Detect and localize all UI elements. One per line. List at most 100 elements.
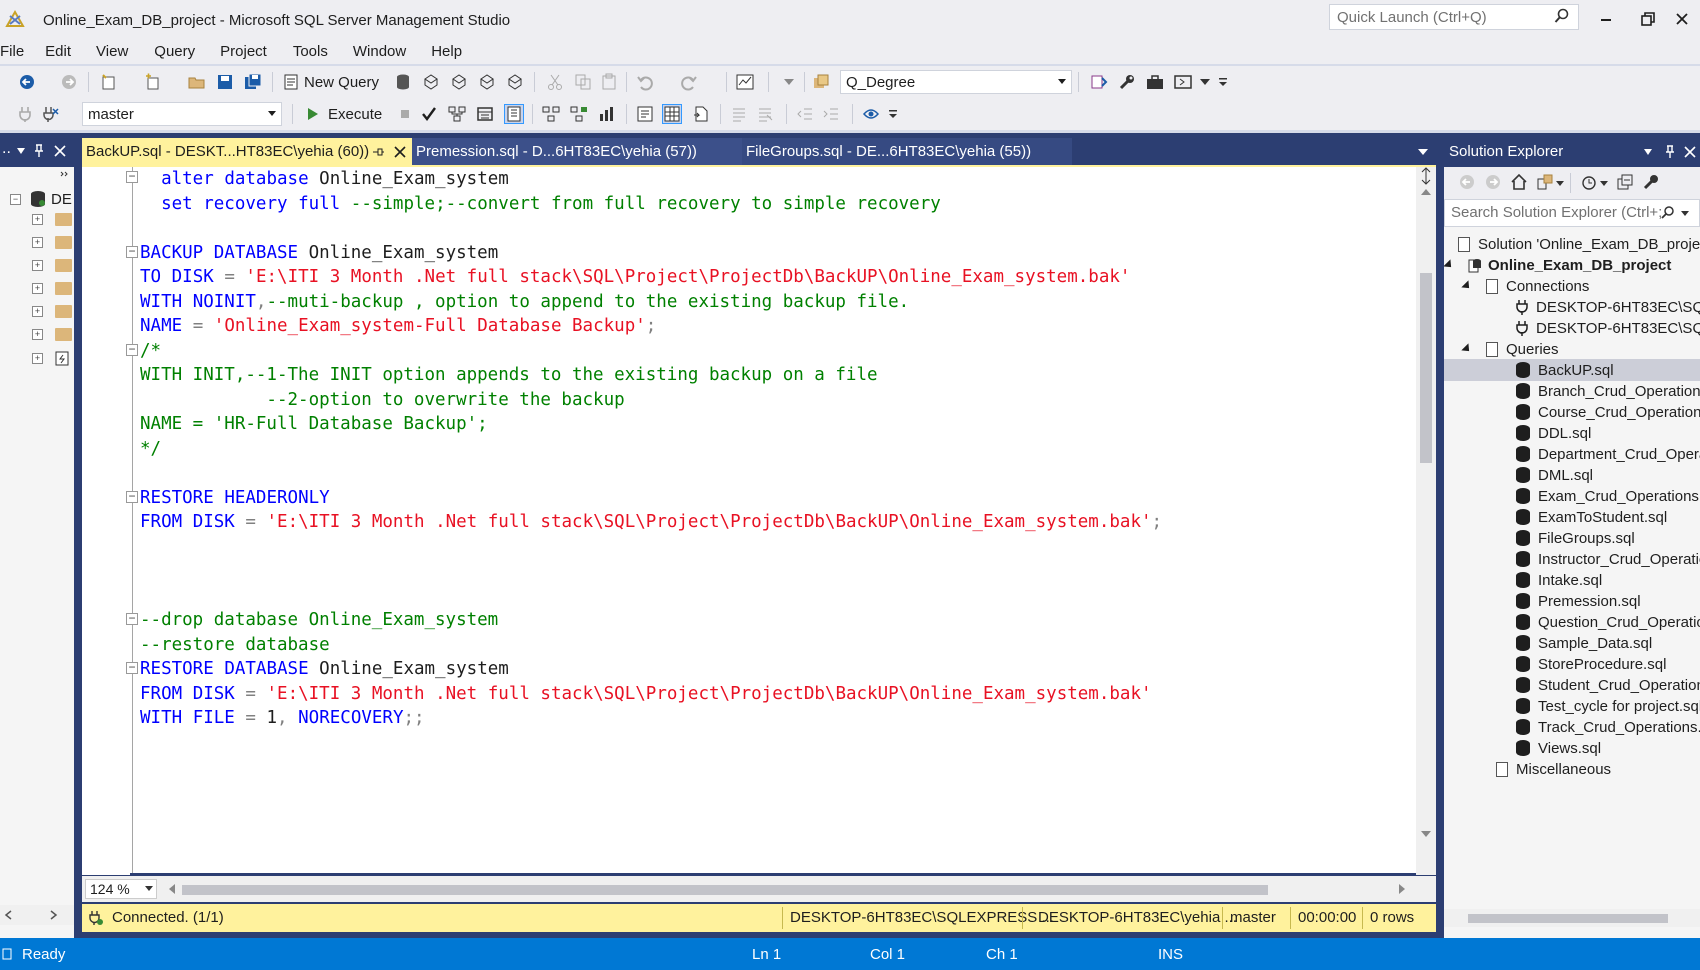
connect-button[interactable] xyxy=(16,104,34,124)
toolbox-button[interactable] xyxy=(1146,72,1164,92)
actual-plan-button[interactable] xyxy=(542,104,560,124)
minimize-button[interactable] xyxy=(1586,6,1626,32)
forward-arrow-icon[interactable] xyxy=(1484,173,1502,191)
redo-button[interactable] xyxy=(680,72,698,92)
menu-edit[interactable]: Edit xyxy=(45,40,71,64)
execute-button[interactable]: Execute xyxy=(304,104,382,124)
back-button[interactable] xyxy=(18,72,36,92)
comment-lines-button[interactable] xyxy=(730,104,748,124)
horizontal-scroll-thumb[interactable] xyxy=(182,885,1268,895)
layout-dropdown[interactable] xyxy=(1200,72,1210,92)
results-to-text-button[interactable] xyxy=(636,104,654,124)
tree-node-replication[interactable]: + xyxy=(32,282,72,295)
dmx-query-button[interactable] xyxy=(450,72,468,92)
editor-vertical-scrollbar[interactable] xyxy=(1416,167,1436,875)
increase-indent-button[interactable] xyxy=(822,104,840,124)
zoom-combo[interactable]: 124 % xyxy=(85,879,157,899)
menu-tools[interactable]: Tools xyxy=(293,40,328,64)
query-file-item[interactable]: Test_cycle for project.sql xyxy=(1444,695,1700,717)
activity-monitor-button[interactable] xyxy=(736,72,754,92)
pending-changes-filter-icon[interactable] xyxy=(1580,173,1598,191)
menu-window[interactable]: Window xyxy=(353,40,406,64)
cut-button[interactable] xyxy=(546,72,564,92)
undo-button[interactable] xyxy=(636,72,654,92)
copy-button[interactable] xyxy=(574,72,592,92)
query-file-item[interactable]: Instructor_Crud_Operations.sql xyxy=(1444,548,1700,570)
menu-file[interactable]: File xyxy=(0,40,24,64)
new-project-button[interactable] xyxy=(100,72,118,92)
scroll-down-icon[interactable] xyxy=(1421,831,1431,837)
query-file-item[interactable]: Intake.sql xyxy=(1444,569,1602,591)
query-file-item[interactable]: Student_Crud_Operations.sql xyxy=(1444,674,1700,696)
restore-button[interactable] xyxy=(1628,6,1668,32)
query-file-item[interactable]: FileGroups.sql xyxy=(1444,527,1635,549)
expand-icon[interactable]: + xyxy=(32,237,43,248)
scroll-right-icon[interactable] xyxy=(1398,884,1406,894)
sql-editor[interactable]: − − − − − − alter database Online_Exam_s… xyxy=(82,165,1436,875)
chevron-down-icon[interactable] xyxy=(1556,181,1564,186)
scroll-thumb[interactable] xyxy=(1420,273,1432,463)
open-file-button[interactable] xyxy=(188,72,206,92)
expand-icon[interactable]: + xyxy=(32,329,43,340)
connection-item[interactable]: DESKTOP-6HT83EC\SQLEXPRESS xyxy=(1444,317,1700,339)
client-statistics-button[interactable] xyxy=(598,104,616,124)
solution-node[interactable]: Solution 'Online_Exam_DB_project' xyxy=(1444,233,1700,255)
expand-caret-icon[interactable] xyxy=(1444,259,1455,271)
query-file-item[interactable]: DDL.sql xyxy=(1444,422,1591,444)
query-file-item[interactable]: StoreProcedure.sql xyxy=(1444,653,1666,675)
window-layout-button[interactable] xyxy=(1174,72,1192,92)
tab-backup-sql[interactable]: BackUP.sql - DESKT...HT83EC\yehia (60)) xyxy=(82,138,412,165)
scroll-thumb[interactable] xyxy=(1468,914,1668,923)
connection-item[interactable]: DESKTOP-6HT83EC\SQLEXPRESS xyxy=(1444,296,1700,318)
menu-project[interactable]: Project xyxy=(220,40,267,64)
configuration-combo[interactable]: Q_Degree xyxy=(840,70,1072,94)
overflow-icon[interactable] xyxy=(60,171,70,177)
parse-button[interactable] xyxy=(420,104,438,124)
query-file-item[interactable]: BackUP.sql xyxy=(1444,359,1700,381)
cancel-query-button[interactable] xyxy=(396,104,414,124)
toolbar-options-button[interactable] xyxy=(1218,72,1228,92)
scroll-up-icon[interactable] xyxy=(1421,189,1431,195)
pin-tab-icon[interactable] xyxy=(372,147,384,157)
fold-toggle[interactable]: − xyxy=(126,170,138,183)
close-window-button[interactable] xyxy=(1664,6,1700,32)
project-node[interactable]: Online_Exam_DB_project xyxy=(1444,254,1671,276)
tree-node-integration[interactable]: + xyxy=(32,328,72,341)
results-to-grid-button[interactable] xyxy=(662,104,682,124)
tab-premession-sql[interactable]: Premession.sql - D...6HT83EC\yehia (57)) xyxy=(412,138,742,165)
results-to-file-button[interactable] xyxy=(692,104,710,124)
code-text[interactable]: alter database Online_Exam_system set re… xyxy=(140,167,1400,731)
dax-query-button[interactable] xyxy=(506,72,524,92)
query-file-item[interactable]: Department_Crud_Operations.sql xyxy=(1444,443,1700,465)
database-engine-query-button[interactable] xyxy=(394,72,412,92)
decrease-indent-button[interactable] xyxy=(796,104,814,124)
intellisense-toggle[interactable] xyxy=(504,104,524,124)
query-file-item[interactable]: Views.sql xyxy=(1444,737,1601,759)
close-icon[interactable] xyxy=(1684,146,1696,158)
quick-launch-input[interactable]: Quick Launch (Ctrl+Q) xyxy=(1329,4,1579,30)
menu-query[interactable]: Query xyxy=(154,40,195,64)
chevron-left-icon[interactable] xyxy=(4,910,12,920)
chevron-down-icon[interactable] xyxy=(1600,181,1608,186)
pin-icon[interactable] xyxy=(1664,145,1676,159)
change-connection-button[interactable] xyxy=(42,104,60,124)
fold-toggle[interactable]: − xyxy=(126,245,138,258)
available-databases-combo[interactable]: master xyxy=(82,102,282,126)
fold-toggle[interactable]: − xyxy=(126,490,138,503)
split-handle-icon[interactable] xyxy=(1419,167,1433,185)
save-button[interactable] xyxy=(216,72,234,92)
fold-toggle[interactable]: − xyxy=(126,612,138,625)
close-icon[interactable] xyxy=(54,145,66,157)
properties-button[interactable] xyxy=(1118,72,1136,92)
collapse-icon[interactable]: − xyxy=(10,193,21,205)
fold-toggle[interactable]: − xyxy=(126,343,138,356)
new-query-button[interactable]: New Query xyxy=(282,72,379,92)
pin-icon[interactable] xyxy=(33,144,45,158)
mdx-query-button[interactable] xyxy=(422,72,440,92)
save-all-button[interactable] xyxy=(244,72,262,92)
tree-node-security[interactable]: + xyxy=(32,236,72,249)
query-file-item[interactable]: Question_Crud_Operations.sql xyxy=(1444,611,1700,633)
chevron-down-icon[interactable] xyxy=(17,148,25,154)
close-tab-icon[interactable] xyxy=(394,146,406,158)
xmla-query-button[interactable] xyxy=(478,72,496,92)
